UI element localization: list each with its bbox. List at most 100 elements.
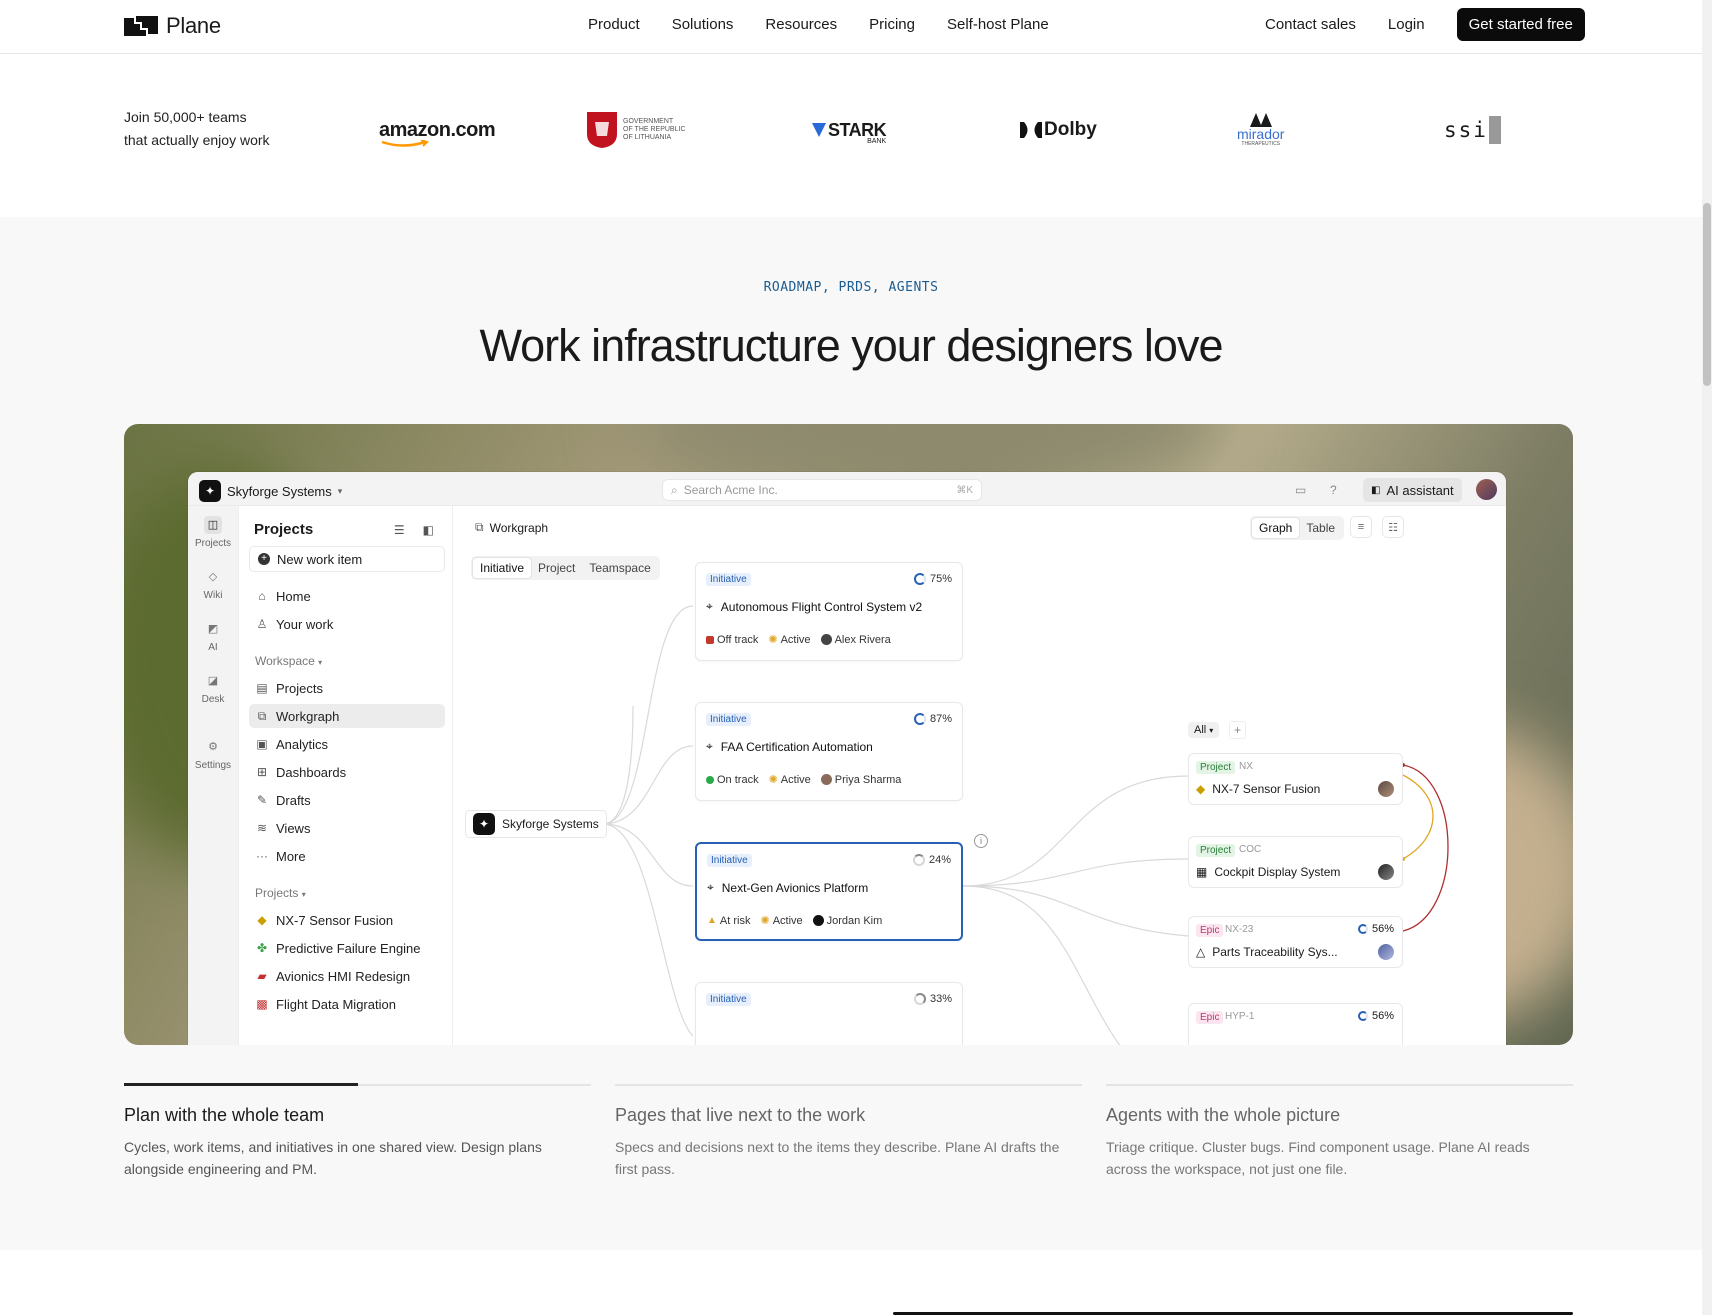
inbox-icon[interactable]: ▭: [1295, 483, 1306, 497]
status-label: On track: [717, 773, 759, 786]
section-label: Workspace: [255, 654, 315, 668]
sidebar-item-dashboards[interactable]: ⊞ Dashboards: [249, 760, 445, 784]
customer-intro: Join 50,000+ teams that actually enjoy w…: [124, 106, 270, 152]
project-card[interactable]: Project NX ◆ NX-7 Sensor Fusion: [1188, 753, 1403, 805]
sidebar-project[interactable]: ▰ Avionics HMI Redesign: [249, 964, 445, 988]
card-progress: 24%: [912, 854, 951, 866]
feature-title: Agents with the whole picture: [1106, 1105, 1341, 1125]
sidebar-item-label: Workgraph: [276, 708, 340, 724]
all-filter-dropdown[interactable]: All ▾: [1188, 722, 1220, 738]
help-icon[interactable]: ?: [1330, 483, 1337, 497]
workspace-section-header[interactable]: Workspace ▾: [255, 654, 322, 668]
project-card[interactable]: Project COC ▦ Cockpit Display System: [1188, 836, 1403, 888]
sidebar-project[interactable]: ▩ Flight Data Migration: [249, 992, 445, 1016]
dashboard-icon: ⊞: [256, 765, 268, 779]
section-eyebrow: ROADMAP, PRDS, AGENTS: [763, 280, 939, 295]
filter-settings-icon[interactable]: ☰: [394, 523, 405, 537]
feature-progress-fill: [124, 1083, 358, 1086]
sidebar-item-label: Projects: [276, 680, 323, 696]
sidebar-item-analytics[interactable]: ▣ Analytics: [249, 732, 445, 756]
avatar[interactable]: [1476, 479, 1497, 500]
epic-card[interactable]: Epic NX-23 56% △ Parts Traceability Sys..…: [1188, 916, 1403, 968]
nav-product[interactable]: Product: [588, 16, 640, 33]
card-code: HYP-1: [1225, 1011, 1255, 1022]
sidebar-item-your-work[interactable]: ♙ Your work: [249, 612, 445, 636]
sidebar-item-home[interactable]: ⌂ Home: [249, 584, 445, 608]
nav-solutions[interactable]: Solutions: [672, 16, 734, 33]
root-node[interactable]: ✦ Skyforge Systems: [465, 810, 607, 838]
add-icon[interactable]: +: [1229, 721, 1247, 739]
sidebar-item-label: More: [276, 848, 306, 864]
initiative-card[interactable]: Initiative 33%: [695, 982, 963, 1045]
card-progress-value: 75%: [929, 573, 952, 585]
sidebar-project[interactable]: ◆ NX-7 Sensor Fusion: [249, 908, 445, 932]
plane-logo[interactable]: Plane: [124, 13, 221, 39]
nav-pricing[interactable]: Pricing: [869, 16, 915, 33]
rail-projects[interactable]: ◫ Projects: [188, 516, 238, 549]
rail-settings[interactable]: ⚙ Settings: [188, 738, 238, 771]
nav-resources[interactable]: Resources: [765, 16, 837, 33]
dolby-wordmark: Dolby: [1044, 119, 1097, 140]
intro-line-2: that actually enjoy work: [124, 132, 270, 148]
initiative-card[interactable]: Initiative 75% ⌖ Autonomous Flight Contro…: [695, 562, 963, 661]
sidebar-toggle-icon[interactable]: ◧: [423, 523, 434, 537]
card-progress: 56%: [1357, 923, 1394, 935]
tractor-icon: ◆: [257, 913, 267, 927]
rail-desk[interactable]: ◪ Desk: [188, 672, 238, 705]
owner: Priya Sharma: [820, 773, 901, 786]
tractor-icon: ◆: [1196, 782, 1206, 796]
state-label: Active: [772, 914, 803, 927]
scrollbar-thumb[interactable]: [1703, 203, 1711, 386]
workspace-logo-icon: ✦: [199, 480, 221, 502]
page-scrollbar[interactable]: [1702, 0, 1712, 1315]
sidebar-item-more[interactable]: ··· More: [249, 844, 445, 868]
sidebar-item-views[interactable]: ≋ Views: [249, 816, 445, 840]
sidebar-project[interactable]: ✤ Predictive Failure Engine: [249, 936, 445, 960]
ai-icon: ◧: [1371, 484, 1381, 496]
progress-ring-icon: [913, 993, 926, 1005]
rail-label: Wiki: [203, 590, 223, 601]
sidebar-item-label: Flight Data Migration: [276, 996, 396, 1012]
sidebar-item-label: Views: [276, 820, 311, 836]
feature-title: Plan with the whole team: [124, 1105, 325, 1125]
chevron-down-icon: ▾: [337, 485, 343, 496]
workspace-logo-icon: ✦: [473, 813, 495, 835]
card-code: NX: [1239, 761, 1253, 772]
dolby-mark-icon: [1020, 122, 1042, 138]
layers-icon: ≋: [256, 821, 268, 835]
rail-wiki[interactable]: ◇ Wiki: [188, 568, 238, 601]
all-filter-label: All: [1194, 724, 1207, 736]
rail-ai[interactable]: ◩ AI: [188, 620, 238, 653]
epic-card[interactable]: Epic HYP-1 56%: [1188, 1003, 1403, 1045]
search-input[interactable]: ⌕ Search Acme Inc. ⌘K: [662, 479, 982, 501]
state-badge: ✺ Active: [768, 633, 810, 647]
feature-progress-bar: [124, 1083, 591, 1086]
rail-label: Desk: [201, 694, 225, 705]
initiative-card[interactable]: Initiative 87% ⌖ FAA Certification Automa…: [695, 702, 963, 801]
desk-icon: ◪: [207, 675, 219, 687]
rail-label: AI: [208, 642, 218, 653]
nav-self-host[interactable]: Self-host Plane: [947, 16, 1049, 33]
sidebar-item-drafts[interactable]: ✎ Drafts: [249, 788, 445, 812]
feature-progress-bar: [615, 1084, 1082, 1086]
sidebar-item-workgraph[interactable]: ⧉ Workgraph: [249, 704, 445, 728]
mirador-sub: THERAPEUTICS: [1241, 141, 1281, 147]
avatar: [1378, 781, 1394, 797]
get-started-button[interactable]: Get started free: [1456, 8, 1585, 41]
sidebar-title: Projects: [254, 521, 314, 538]
projects-section-header[interactable]: Projects ▾: [255, 886, 306, 900]
new-work-item-button[interactable]: + New work item: [249, 546, 445, 572]
status-label: Off track: [717, 633, 759, 646]
ai-assistant-button[interactable]: ◧ AI assistant: [1363, 478, 1462, 502]
ssi-cursor: [1488, 116, 1501, 144]
workspace-switcher[interactable]: ✦ Skyforge Systems ▾: [199, 480, 342, 502]
lithuania-text-1: GOVERNMENT: [623, 118, 674, 125]
sidebar-item-label: NX-7 Sensor Fusion: [276, 912, 394, 928]
login-link[interactable]: Login: [1388, 16, 1425, 33]
sidebar-item-projects[interactable]: ▤ Projects: [249, 676, 445, 700]
info-icon[interactable]: i: [974, 834, 988, 848]
contact-sales-link[interactable]: Contact sales: [1265, 16, 1356, 33]
initiative-card-selected[interactable]: Initiative 24% ⌖ Next-Gen Avionics Platfo…: [695, 842, 963, 941]
card-title: ◆ NX-7 Sensor Fusion: [1196, 782, 1320, 796]
gear-icon: ⚙: [208, 741, 218, 753]
